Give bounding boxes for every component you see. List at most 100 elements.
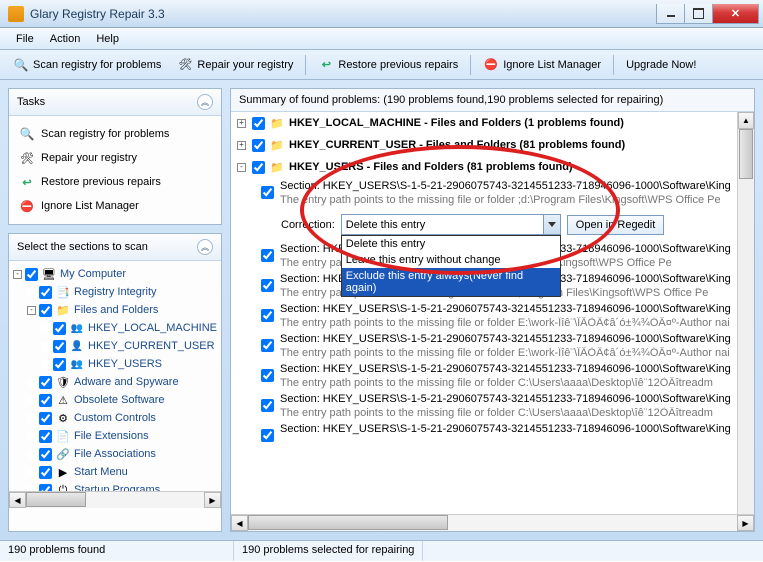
task-repair[interactable]: Repair your registry bbox=[13, 146, 217, 170]
tree-checkbox[interactable] bbox=[39, 484, 52, 492]
item-checkbox[interactable] bbox=[261, 399, 274, 412]
minimize-button[interactable] bbox=[656, 4, 685, 24]
expand-icon[interactable]: + bbox=[237, 119, 246, 128]
scroll-left-arrow[interactable]: ◀ bbox=[9, 492, 26, 508]
tree-checkbox[interactable] bbox=[39, 448, 52, 461]
spacer bbox=[27, 450, 36, 459]
tree-label: Files and Folders bbox=[74, 304, 158, 316]
tree-checkbox[interactable] bbox=[25, 268, 38, 281]
tree-checkbox[interactable] bbox=[39, 394, 52, 407]
maximize-button[interactable] bbox=[684, 4, 713, 24]
folder-icon bbox=[269, 159, 285, 175]
tree-node[interactable]: Custom Controls bbox=[13, 409, 217, 427]
problem-item[interactable]: Section: HKEY_USERS\S-1-5-21-2906075743-… bbox=[231, 391, 754, 421]
tree-node[interactable]: File Associations bbox=[13, 445, 217, 463]
tree-node[interactable]: Adware and Spyware bbox=[13, 373, 217, 391]
restore-button[interactable]: Restore previous repairs bbox=[311, 53, 465, 77]
item-section: Section: HKEY_USERS\S-1-5-21-2906075743-… bbox=[280, 333, 748, 345]
item-checkbox[interactable] bbox=[261, 369, 274, 382]
chevron-down-icon[interactable] bbox=[543, 215, 560, 234]
tree-node[interactable]: - Files and Folders bbox=[13, 301, 217, 319]
collapse-icon[interactable]: - bbox=[237, 163, 246, 172]
tree-checkbox[interactable] bbox=[39, 304, 52, 317]
scan-button[interactable]: Scan registry for problems bbox=[6, 53, 168, 77]
group-checkbox[interactable] bbox=[252, 161, 265, 174]
group-checkbox[interactable] bbox=[252, 139, 265, 152]
open-regedit-button[interactable]: Open in Regedit bbox=[567, 215, 665, 235]
task-scan[interactable]: Scan registry for problems bbox=[13, 122, 217, 146]
result-group[interactable]: -HKEY_USERS - Files and Folders (81 prob… bbox=[231, 156, 754, 178]
collapse-icon[interactable]: - bbox=[27, 306, 36, 315]
scroll-thumb[interactable] bbox=[739, 129, 753, 179]
menu-file[interactable]: File bbox=[8, 30, 42, 48]
scroll-right-arrow[interactable]: ▶ bbox=[737, 515, 754, 531]
repair-button[interactable]: Repair your registry bbox=[170, 53, 300, 77]
tree-label: Start Menu bbox=[74, 466, 128, 478]
task-ignore[interactable]: Ignore List Manager bbox=[13, 194, 217, 218]
item-checkbox[interactable] bbox=[261, 309, 274, 322]
tree-node[interactable]: Startup Programs bbox=[13, 481, 217, 491]
tree-checkbox[interactable] bbox=[39, 412, 52, 425]
tree-node[interactable]: Obsolete Software bbox=[13, 391, 217, 409]
tree-label: HKEY_LOCAL_MACHINE bbox=[88, 322, 217, 334]
vertical-scrollbar[interactable]: ▲ bbox=[737, 112, 754, 514]
correction-combo[interactable]: Delete this entryDelete this entryLeave … bbox=[341, 214, 561, 235]
problem-item[interactable]: Section: HKEY_USERS\S-1-5-21-2906075743-… bbox=[231, 331, 754, 361]
item-checkbox[interactable] bbox=[261, 429, 274, 442]
tree-node[interactable]: Registry Integrity bbox=[13, 283, 217, 301]
tree-checkbox[interactable] bbox=[53, 322, 66, 335]
scroll-right-arrow[interactable]: ▶ bbox=[204, 492, 221, 508]
item-checkbox[interactable] bbox=[261, 279, 274, 292]
tree-node[interactable]: HKEY_USERS bbox=[13, 355, 217, 373]
scroll-left-arrow[interactable]: ◀ bbox=[231, 515, 248, 531]
problem-item[interactable]: Section: HKEY_USERS\S-1-5-21-2906075743-… bbox=[231, 421, 754, 444]
item-checkbox[interactable] bbox=[261, 339, 274, 352]
spacer bbox=[27, 288, 36, 297]
tree-checkbox[interactable] bbox=[53, 358, 66, 371]
tree-checkbox[interactable] bbox=[39, 466, 52, 479]
combo-option[interactable]: Leave this entry without change bbox=[342, 252, 560, 268]
computer-icon bbox=[41, 266, 57, 282]
menu-help[interactable]: Help bbox=[88, 30, 127, 48]
person-icon bbox=[69, 338, 85, 354]
restore-label: Restore previous repairs bbox=[338, 59, 458, 71]
expand-icon[interactable]: + bbox=[237, 141, 246, 150]
horizontal-scrollbar[interactable]: ◀ ▶ bbox=[231, 514, 754, 531]
item-checkbox[interactable] bbox=[261, 186, 274, 199]
item-checkbox[interactable] bbox=[261, 249, 274, 262]
close-button[interactable] bbox=[712, 4, 759, 24]
sections-tree[interactable]: -My ComputerRegistry Integrity - Files and… bbox=[9, 261, 221, 491]
tree-node[interactable]: HKEY_LOCAL_MACHINE bbox=[13, 319, 217, 337]
tree-checkbox[interactable] bbox=[39, 286, 52, 299]
tree-checkbox[interactable] bbox=[39, 430, 52, 443]
result-group[interactable]: +HKEY_CURRENT_USER - Files and Folders (… bbox=[231, 134, 754, 156]
horizontal-scrollbar[interactable]: ◀ ▶ bbox=[9, 491, 221, 508]
problem-item[interactable]: Section: HKEY_USERS\S-1-5-21-2906075743-… bbox=[231, 301, 754, 331]
ignore-button[interactable]: Ignore List Manager bbox=[476, 53, 608, 77]
combo-option[interactable]: Delete this entry bbox=[342, 236, 560, 252]
task-restore[interactable]: Restore previous repairs bbox=[13, 170, 217, 194]
tree-node[interactable]: -My Computer bbox=[13, 265, 217, 283]
tree-checkbox[interactable] bbox=[53, 340, 66, 353]
tree-checkbox[interactable] bbox=[39, 376, 52, 389]
tree-node[interactable]: File Extensions bbox=[13, 427, 217, 445]
menu-action[interactable]: Action bbox=[42, 30, 89, 48]
tasks-panel: Tasks ︽ Scan registry for problems Repai… bbox=[8, 88, 222, 225]
sections-header[interactable]: Select the sections to scan ︽ bbox=[9, 234, 221, 261]
tree-node[interactable]: HKEY_CURRENT_USER bbox=[13, 337, 217, 355]
scroll-up-arrow[interactable]: ▲ bbox=[738, 112, 754, 129]
tree-node[interactable]: Start Menu bbox=[13, 463, 217, 481]
ignore-label: Ignore List Manager bbox=[503, 59, 601, 71]
tasks-header[interactable]: Tasks ︽ bbox=[9, 89, 221, 116]
scroll-thumb[interactable] bbox=[248, 515, 448, 530]
result-group[interactable]: +HKEY_LOCAL_MACHINE - Files and Folders … bbox=[231, 112, 754, 134]
task-label: Ignore List Manager bbox=[41, 200, 139, 212]
problem-item[interactable]: Section: HKEY_USERS\S-1-5-21-2906075743-… bbox=[231, 361, 754, 391]
combo-option[interactable]: Exclude this entry always(Never find aga… bbox=[342, 268, 560, 296]
problem-item[interactable]: Section: HKEY_USERS\S-1-5-21-2906075743-… bbox=[231, 178, 754, 208]
group-checkbox[interactable] bbox=[252, 117, 265, 130]
scroll-thumb[interactable] bbox=[26, 492, 86, 507]
upgrade-button[interactable]: Upgrade Now! bbox=[619, 55, 703, 75]
problem-list[interactable]: +HKEY_LOCAL_MACHINE - Files and Folders … bbox=[231, 112, 754, 514]
collapse-icon[interactable]: - bbox=[13, 270, 22, 279]
